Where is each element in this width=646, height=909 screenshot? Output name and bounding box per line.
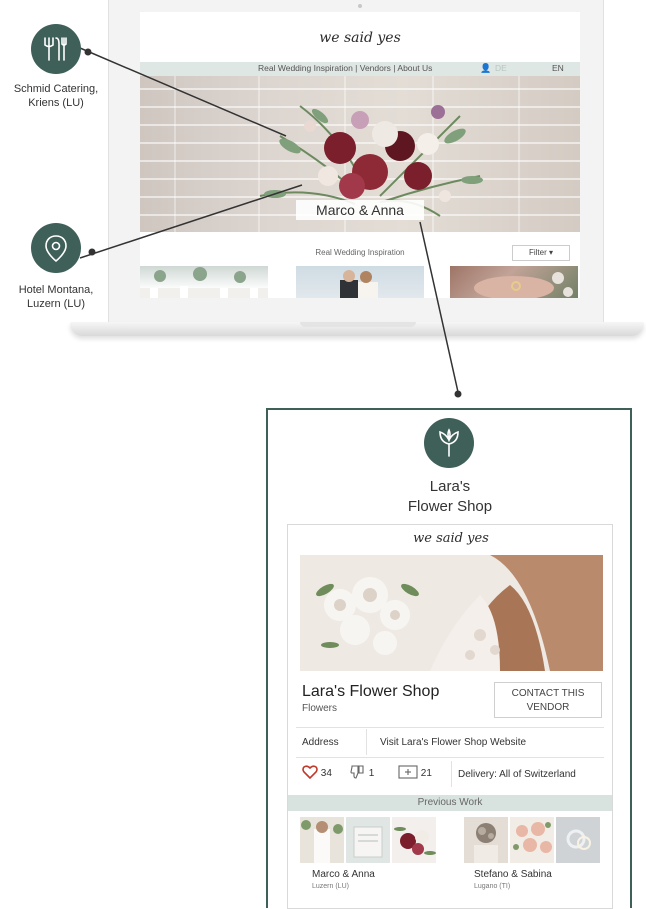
save-count: 21 [420, 768, 432, 779]
main-nav-links[interactable]: Real Wedding Inspiration | Vendors | Abo… [258, 63, 432, 73]
inspiration-thumbnail[interactable] [296, 266, 424, 298]
laptop-hinge [300, 322, 416, 327]
panel-title-line: Flower Shop [407, 498, 493, 515]
callout-label-line: Schmid Catering, [13, 83, 99, 95]
laptop-screen: we said yes Real Wedding Inspiration | V… [140, 12, 580, 298]
cutlery-icon [44, 37, 67, 61]
vendor-website-link[interactable]: Visit Lara's Flower Shop Website [380, 737, 526, 748]
card-logo[interactable]: we said yes [288, 531, 614, 546]
save-stat[interactable]: 21 [398, 765, 432, 779]
contact-button-line: VENDOR [526, 702, 570, 713]
catering-badge [31, 24, 81, 74]
heart-icon[interactable] [302, 765, 318, 780]
previous-work-photo[interactable] [346, 817, 390, 863]
divider [296, 757, 604, 758]
language-en[interactable]: EN [552, 63, 564, 73]
hotel-label: Hotel Montana, Luzern (LU) [4, 283, 108, 311]
callout-label-line: Hotel Montana, [18, 284, 94, 296]
previous-work-location: Luzern (LU) [312, 883, 349, 890]
previous-work-photo[interactable] [392, 817, 436, 863]
previous-work-couple[interactable]: Stefano & Sabina [474, 869, 552, 880]
vendor-hero-image[interactable] [300, 555, 603, 671]
address-link[interactable]: Address [302, 737, 339, 748]
catering-label: Schmid Catering, Kriens (LU) [4, 82, 108, 110]
filter-dropdown[interactable]: Filter ▾ [512, 245, 570, 261]
previous-work-location: Lugano (TI) [474, 883, 511, 890]
previous-work-photo[interactable] [510, 817, 554, 863]
language-de[interactable]: DE [495, 63, 507, 73]
inspiration-thumbnail[interactable] [450, 266, 578, 298]
laptop-camera [358, 4, 362, 8]
previous-work-couple[interactable]: Marco & Anna [312, 869, 375, 880]
flower-icon [439, 428, 459, 457]
like-count: 34 [320, 768, 332, 779]
divider [296, 727, 604, 728]
previous-work-photo[interactable] [464, 817, 508, 863]
delivery-area: Delivery: All of Switzerland [458, 769, 576, 780]
thumbs-down-icon[interactable] [350, 765, 366, 779]
add-bookmark-icon[interactable] [398, 765, 418, 779]
previous-work-header: Previous Work [288, 795, 612, 811]
hotel-badge [31, 223, 81, 273]
contact-button-line: CONTACT THIS [511, 688, 585, 699]
dislike-count: 1 [368, 768, 375, 779]
hero-caption[interactable]: Marco & Anna [296, 200, 424, 220]
inspiration-thumbnail[interactable] [140, 266, 268, 298]
user-icon[interactable]: 👤 [480, 63, 491, 74]
vendor-name: Lara's Flower Shop [302, 683, 440, 700]
divider [366, 729, 367, 755]
callout-label-line: Luzern (LU) [26, 298, 86, 310]
vendor-card: we said yes Lara's Flower Shop Flowers C… [287, 524, 613, 909]
previous-work-photo[interactable] [556, 817, 600, 863]
vendor-category: Flowers [302, 703, 338, 714]
site-logo[interactable]: we said yes [140, 30, 580, 46]
panel-title-line: Lara's [429, 478, 471, 495]
dislike-stat[interactable]: 1 [350, 765, 374, 779]
vendor-panel-title: Lara's Flower Shop [270, 477, 630, 517]
divider [451, 761, 452, 787]
like-stat[interactable]: 34 [302, 765, 332, 780]
callout-label-line: Kriens (LU) [28, 97, 84, 109]
flower-badge [424, 418, 474, 468]
contact-vendor-button[interactable]: CONTACT THIS VENDOR [494, 682, 602, 718]
previous-work-photo[interactable] [300, 817, 344, 863]
location-pin-icon [45, 235, 67, 263]
